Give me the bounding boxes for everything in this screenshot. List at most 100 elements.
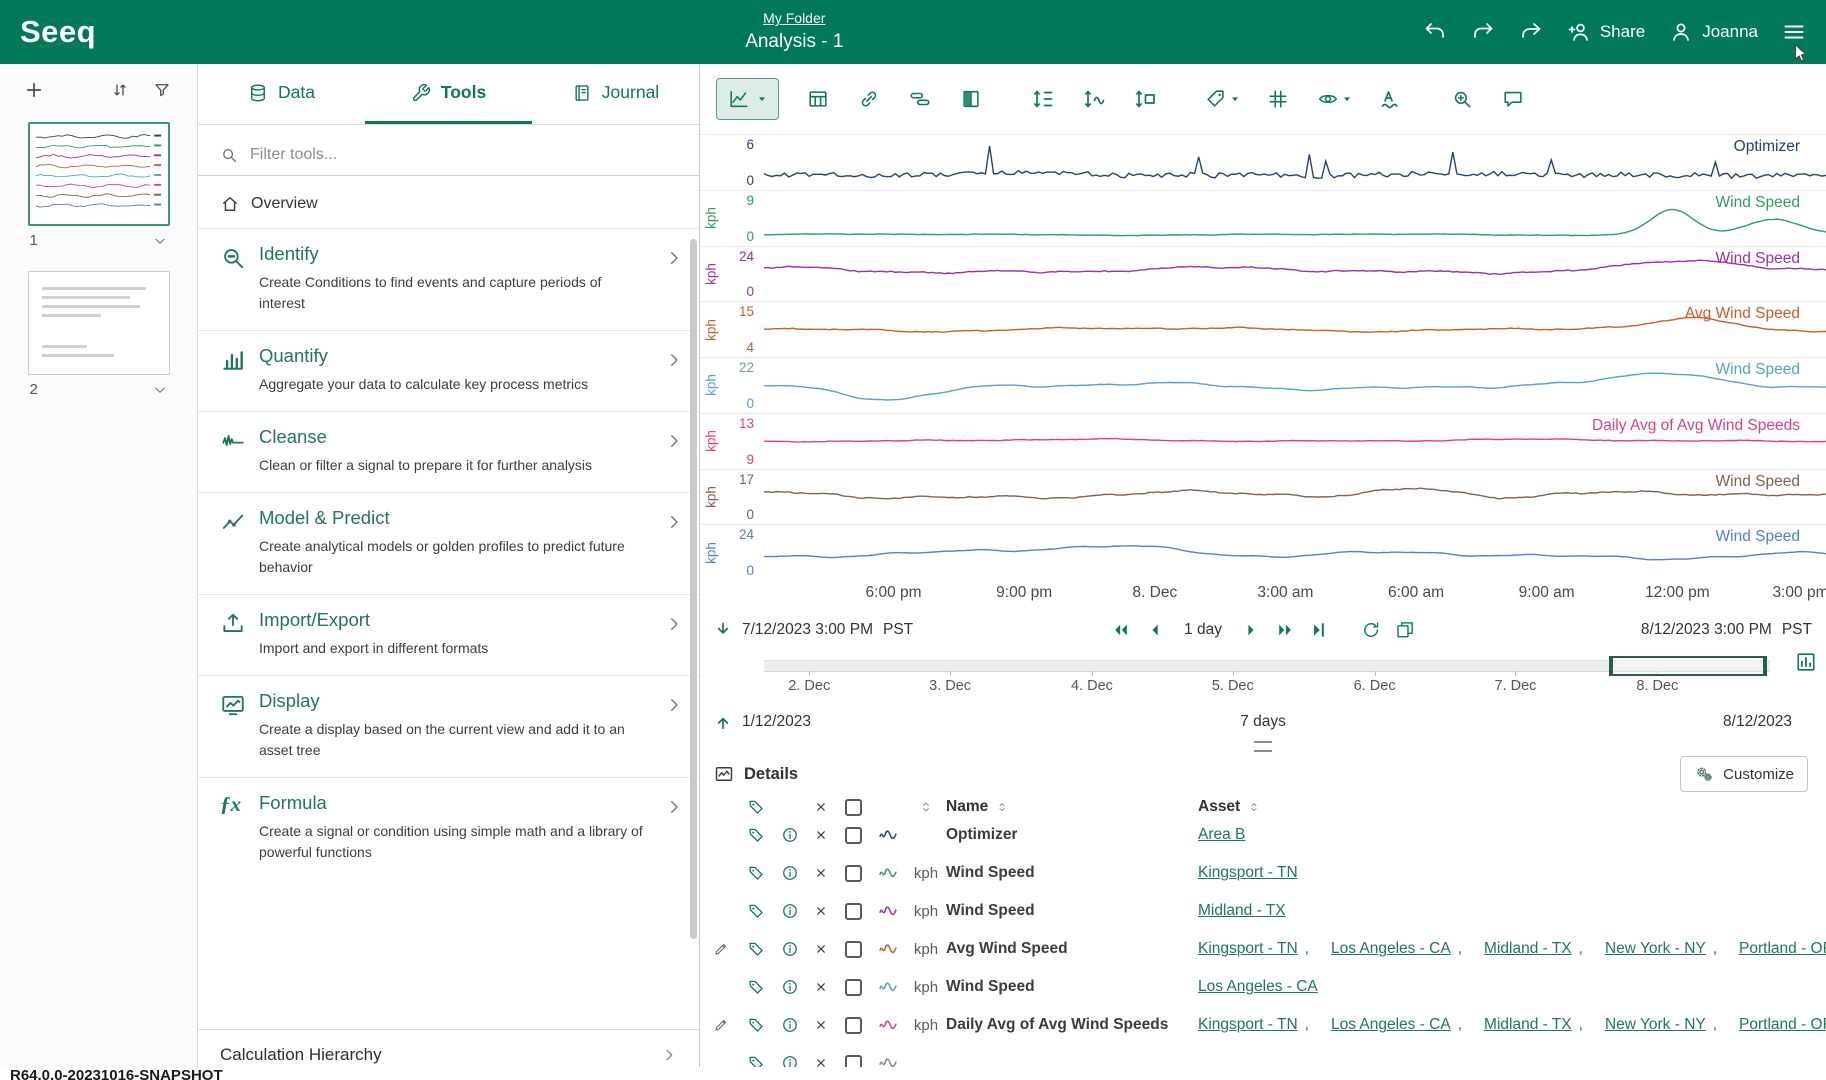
row-checkbox[interactable] bbox=[845, 827, 862, 844]
overview-band[interactable] bbox=[764, 660, 1770, 672]
row-checkbox[interactable] bbox=[845, 979, 862, 996]
row-checkbox[interactable] bbox=[845, 941, 862, 958]
asset-column-header[interactable]: Asset bbox=[1198, 798, 1240, 816]
asset-link[interactable]: New York - NY bbox=[1605, 940, 1706, 958]
main-menu-button[interactable] bbox=[1782, 20, 1806, 44]
asset-link[interactable]: Kingsport - TN bbox=[1198, 940, 1298, 958]
tool-item-model-predict[interactable]: Model & PredictCreate analytical models … bbox=[198, 492, 699, 594]
annotate-button[interactable] bbox=[1491, 79, 1535, 119]
step-forward-button[interactable] bbox=[1236, 610, 1266, 650]
lane-y-axis[interactable]: 60 bbox=[700, 135, 764, 190]
share-button[interactable]: Share bbox=[1567, 20, 1645, 44]
info-icon[interactable] bbox=[781, 826, 799, 844]
sort-icon[interactable] bbox=[1247, 800, 1261, 814]
tag-column-icon[interactable] bbox=[747, 798, 765, 816]
info-icon[interactable] bbox=[781, 940, 799, 958]
step-forward-fast-button[interactable] bbox=[1270, 610, 1300, 650]
remove-icon[interactable] bbox=[814, 942, 828, 956]
auto-update-button[interactable] bbox=[1356, 610, 1386, 650]
overview-selection[interactable] bbox=[1609, 656, 1767, 676]
tag-icon[interactable] bbox=[747, 902, 765, 920]
copy-range-button[interactable] bbox=[1390, 610, 1420, 650]
shrink-range-button[interactable] bbox=[706, 610, 740, 650]
investigate-range-start[interactable]: 1/12/2023 bbox=[742, 713, 811, 731]
lane-label[interactable]: Wind Speed bbox=[1716, 250, 1800, 268]
info-icon[interactable] bbox=[781, 978, 799, 996]
tag-icon[interactable] bbox=[747, 940, 765, 958]
info-icon[interactable] bbox=[781, 864, 799, 882]
lane-label[interactable]: Daily Avg of Avg Wind Speeds bbox=[1592, 417, 1800, 435]
chevron-down-icon[interactable] bbox=[152, 233, 168, 249]
info-icon[interactable] bbox=[781, 1016, 799, 1034]
one-lane-button[interactable] bbox=[1021, 79, 1065, 119]
reorder-worksheets-button[interactable] bbox=[111, 81, 129, 99]
hide-items-button[interactable] bbox=[1307, 79, 1361, 119]
step-back-button[interactable] bbox=[1140, 610, 1170, 650]
tool-item-cleanse[interactable]: CleanseClean or filter a signal to prepa… bbox=[198, 411, 699, 492]
lane-y-axis[interactable]: kph220 bbox=[700, 358, 764, 413]
asset-link[interactable]: Area B bbox=[1198, 826, 1245, 844]
asset-link[interactable]: Los Angeles - CA bbox=[1198, 978, 1318, 996]
chain-view-button[interactable] bbox=[847, 79, 891, 119]
user-menu-button[interactable]: Joanna bbox=[1669, 20, 1758, 44]
info-icon[interactable] bbox=[781, 902, 799, 920]
remove-icon[interactable] bbox=[814, 1018, 828, 1032]
tool-item-import-export[interactable]: Import/ExportImport and export in differ… bbox=[198, 594, 699, 675]
row-checkbox[interactable] bbox=[845, 903, 862, 920]
autoscale-button[interactable] bbox=[1123, 79, 1167, 119]
tool-item-identify[interactable]: IdentifyCreate Conditions to find events… bbox=[198, 228, 699, 330]
tag-icon[interactable] bbox=[747, 1016, 765, 1034]
undo-button[interactable] bbox=[1423, 20, 1447, 44]
investigate-range-end[interactable]: 8/12/2023 bbox=[1723, 713, 1792, 731]
lane-y-axis[interactable]: kph139 bbox=[700, 414, 764, 469]
capsule-time-button[interactable] bbox=[898, 79, 942, 119]
edit-formula-button[interactable] bbox=[704, 1017, 738, 1033]
step-back-fast-button[interactable] bbox=[1106, 610, 1136, 650]
asset-link[interactable]: Portland - OR bbox=[1739, 940, 1826, 958]
remove-icon[interactable] bbox=[814, 866, 828, 880]
asset-link[interactable]: Midland - TX bbox=[1484, 940, 1572, 958]
tab-journal[interactable]: Journal bbox=[532, 64, 699, 124]
lane-y-axis[interactable]: kph90 bbox=[700, 191, 764, 246]
panel-resize-handle[interactable] bbox=[700, 738, 1826, 754]
zoom-button[interactable] bbox=[1440, 79, 1484, 119]
asset-link[interactable]: New York - NY bbox=[1605, 1016, 1706, 1034]
sort-icon[interactable] bbox=[995, 800, 1009, 814]
one-yaxis-button[interactable] bbox=[1072, 79, 1116, 119]
lane-label[interactable]: Wind Speed bbox=[1716, 473, 1800, 491]
asset-link[interactable]: Midland - TX bbox=[1484, 1016, 1572, 1034]
compare-view-button[interactable] bbox=[949, 79, 993, 119]
lane-label[interactable]: Wind Speed bbox=[1716, 194, 1800, 212]
tool-item-display[interactable]: DisplayCreate a display based on the cur… bbox=[198, 675, 699, 777]
asset-link[interactable]: Los Angeles - CA bbox=[1331, 940, 1451, 958]
asset-link[interactable]: Los Angeles - CA bbox=[1331, 1016, 1451, 1034]
breadcrumb[interactable]: My Folder bbox=[745, 10, 843, 28]
lane-y-axis[interactable]: kph240 bbox=[700, 247, 764, 302]
asset-link[interactable]: Portland - OR bbox=[1739, 1016, 1826, 1034]
tag-icon[interactable] bbox=[747, 978, 765, 996]
row-checkbox[interactable] bbox=[845, 865, 862, 882]
tag-icon[interactable] bbox=[747, 826, 765, 844]
display-range-start[interactable]: 7/12/2023 3:00 PM bbox=[742, 621, 873, 639]
expand-range-button[interactable] bbox=[706, 708, 740, 736]
lane-y-axis[interactable]: kph240 bbox=[700, 525, 764, 580]
lane-label[interactable]: Wind Speed bbox=[1716, 361, 1800, 379]
display-range-end[interactable]: 8/12/2023 3:00 PM bbox=[1641, 621, 1772, 639]
seeq-logo[interactable]: Seeq bbox=[20, 14, 96, 50]
chevron-down-icon[interactable] bbox=[152, 382, 168, 398]
filter-worksheets-button[interactable] bbox=[153, 81, 171, 99]
redo-button[interactable] bbox=[1471, 20, 1495, 44]
edit-formula-button[interactable] bbox=[704, 941, 738, 957]
forward-share-button[interactable] bbox=[1519, 20, 1543, 44]
asset-link[interactable]: Kingsport - TN bbox=[1198, 864, 1298, 882]
asset-link[interactable]: Kingsport - TN bbox=[1198, 1016, 1298, 1034]
name-column-header[interactable]: Name bbox=[946, 798, 988, 816]
worksheet-thumbnail[interactable] bbox=[28, 271, 170, 375]
asset-link[interactable]: Midland - TX bbox=[1198, 902, 1286, 920]
step-to-end-button[interactable] bbox=[1304, 610, 1334, 650]
tab-tools[interactable]: Tools bbox=[365, 64, 532, 124]
overview-toggle-button[interactable] bbox=[1795, 651, 1817, 678]
display-range-duration[interactable]: 1 day bbox=[1184, 621, 1222, 639]
select-all-checkbox[interactable] bbox=[845, 799, 862, 816]
remove-all-icon[interactable] bbox=[814, 800, 828, 814]
